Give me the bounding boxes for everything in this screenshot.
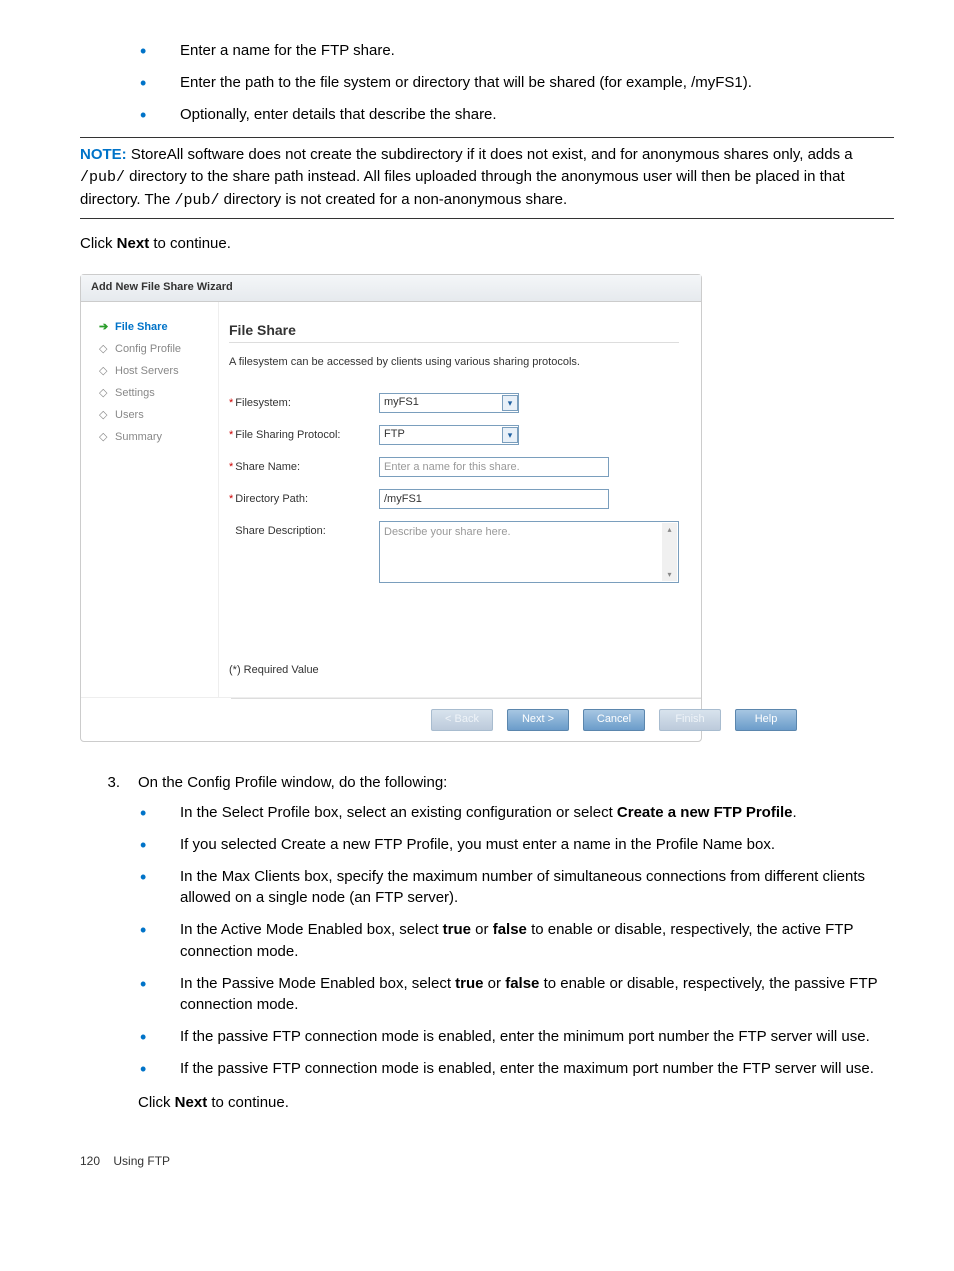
filesystem-label: *Filesystem: bbox=[229, 393, 379, 412]
nav-item-config-profile[interactable]: ◇ Config Profile bbox=[99, 342, 208, 358]
step-3: 3. On the Config Profile window, do the … bbox=[80, 772, 894, 794]
section-name: Using FTP bbox=[113, 1154, 170, 1168]
filesystem-select[interactable]: myFS1 ▾ bbox=[379, 393, 519, 413]
box-icon: ◇ bbox=[99, 430, 109, 446]
page-footer: 120 Using FTP bbox=[80, 1153, 894, 1170]
nav-item-file-share[interactable]: ➔ File Share bbox=[99, 320, 208, 336]
protocol-label: *File Sharing Protocol: bbox=[229, 425, 379, 444]
help-button[interactable]: Help bbox=[735, 709, 797, 731]
sharename-label: *Share Name: bbox=[229, 457, 379, 476]
note-text: StoreAll software does not create the su… bbox=[131, 146, 853, 163]
step3-bullet-list: In the Select Profile box, select an exi… bbox=[80, 802, 894, 1080]
list-item: In the Max Clients box, specify the maxi… bbox=[140, 866, 894, 910]
cancel-button[interactable]: Cancel bbox=[583, 709, 645, 731]
arrow-icon: ➔ bbox=[99, 320, 109, 336]
box-icon: ◇ bbox=[99, 386, 109, 402]
sharedesc-textarea[interactable]: Describe your share here. ▴▾ bbox=[379, 521, 679, 583]
list-item: In the Select Profile box, select an exi… bbox=[140, 802, 894, 824]
note-label: NOTE: bbox=[80, 146, 127, 163]
list-item: If the passive FTP connection mode is en… bbox=[140, 1026, 894, 1048]
list-item: Enter a name for the FTP share. bbox=[140, 40, 894, 62]
box-icon: ◇ bbox=[99, 342, 109, 358]
note-block: NOTE: StoreAll software does not create … bbox=[80, 137, 894, 218]
required-note: (*) Required Value bbox=[229, 663, 679, 687]
box-icon: ◇ bbox=[99, 408, 109, 424]
nav-item-settings[interactable]: ◇ Settings bbox=[99, 386, 208, 402]
chevron-down-icon: ▾ bbox=[502, 427, 518, 443]
list-item: Enter the path to the file system or dir… bbox=[140, 72, 894, 94]
wizard-nav: ➔ File Share ◇ Config Profile ◇ Host Ser… bbox=[81, 302, 219, 697]
step-intro: On the Config Profile window, do the fol… bbox=[138, 772, 894, 794]
code-text: /pub/ bbox=[80, 169, 125, 186]
back-button: < Back bbox=[431, 709, 493, 731]
panel-description: A filesystem can be accessed by clients … bbox=[229, 355, 679, 371]
next-button[interactable]: Next > bbox=[507, 709, 569, 731]
chevron-down-icon: ▾ bbox=[502, 395, 518, 411]
page-number: 120 bbox=[80, 1154, 100, 1168]
list-item: If the passive FTP connection mode is en… bbox=[140, 1058, 894, 1080]
wizard-dialog: Add New File Share Wizard ➔ File Share ◇… bbox=[80, 274, 702, 742]
list-item: Optionally, enter details that describe … bbox=[140, 104, 894, 126]
nav-item-summary[interactable]: ◇ Summary bbox=[99, 430, 208, 446]
code-text: /pub/ bbox=[174, 192, 219, 209]
wizard-title: Add New File Share Wizard bbox=[81, 275, 701, 302]
scrollbar[interactable]: ▴▾ bbox=[662, 523, 677, 581]
step-number: 3. bbox=[80, 772, 138, 794]
list-item: If you selected Create a new FTP Profile… bbox=[140, 834, 894, 856]
box-icon: ◇ bbox=[99, 364, 109, 380]
sharedesc-label: *Share Description: bbox=[229, 521, 379, 540]
note-text: directory is not created for a non-anony… bbox=[220, 191, 568, 208]
dirpath-input[interactable]: /myFS1 bbox=[379, 489, 609, 509]
click-next-line: Click Next to continue. bbox=[138, 1092, 894, 1114]
list-item: In the Active Mode Enabled box, select t… bbox=[140, 919, 894, 963]
list-item: In the Passive Mode Enabled box, select … bbox=[140, 973, 894, 1017]
sharename-input[interactable]: Enter a name for this share. bbox=[379, 457, 609, 477]
nav-item-host-servers[interactable]: ◇ Host Servers bbox=[99, 364, 208, 380]
wizard-footer: < Back Next > Cancel Finish Help bbox=[231, 698, 701, 741]
intro-bullet-list: Enter a name for the FTP share. Enter th… bbox=[80, 40, 894, 125]
nav-item-users[interactable]: ◇ Users bbox=[99, 408, 208, 424]
dirpath-label: *Directory Path: bbox=[229, 489, 379, 508]
finish-button: Finish bbox=[659, 709, 721, 731]
panel-heading: File Share bbox=[229, 320, 679, 340]
click-next-line: Click Next to continue. bbox=[80, 233, 894, 255]
protocol-select[interactable]: FTP ▾ bbox=[379, 425, 519, 445]
wizard-main: File Share A filesystem can be accessed … bbox=[219, 302, 701, 697]
